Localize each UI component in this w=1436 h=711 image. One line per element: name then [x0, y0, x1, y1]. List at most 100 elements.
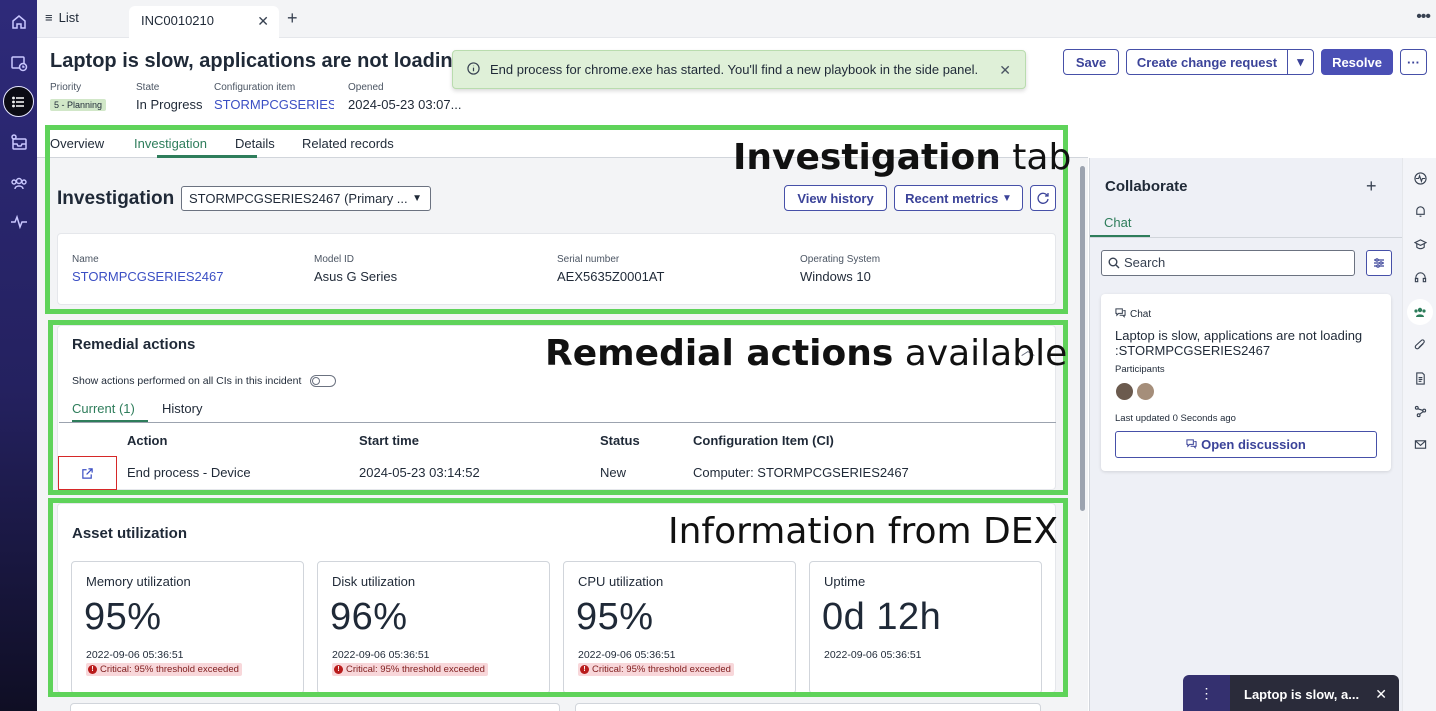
ci-name-link[interactable]: STORMPCGSERIES2467 — [72, 269, 223, 284]
field-label: Opened — [348, 82, 384, 93]
field-priority: Priority 5 - Planning — [50, 82, 122, 112]
mini-chat-window[interactable]: Laptop is slow, a... ✕ — [1230, 675, 1399, 711]
filter-icon[interactable] — [1366, 250, 1392, 276]
metric-value: 95% — [84, 596, 162, 638]
collaborate-panel: Collaborate + Chat Search Chat Laptop is… — [1089, 158, 1403, 711]
search-input[interactable]: Search — [1101, 250, 1355, 276]
close-icon[interactable]: ✕ — [1375, 686, 1387, 703]
scrollbar[interactable] — [1080, 166, 1085, 511]
save-button[interactable]: Save — [1063, 49, 1119, 75]
annotation-rest: available — [893, 333, 1068, 374]
tab-list-label: List — [58, 10, 79, 25]
table-cell-status: New — [600, 465, 627, 480]
next-card — [70, 703, 560, 711]
recent-metrics-button[interactable]: Recent metrics ▼ — [894, 185, 1023, 211]
more-actions-button[interactable]: ··· — [1400, 49, 1427, 75]
next-card — [575, 703, 1041, 711]
resolve-button[interactable]: Resolve — [1321, 49, 1393, 75]
annotation-investigation-label: Investigation tab — [733, 137, 1071, 178]
mail-icon[interactable] — [1413, 437, 1427, 451]
subtab-current[interactable]: Current (1) — [72, 401, 135, 416]
field-state: State In Progress — [136, 82, 202, 112]
col-ci: Configuration Item (CI) — [693, 433, 834, 448]
metric-value: 96% — [330, 596, 408, 638]
bell-icon[interactable] — [1413, 204, 1427, 218]
toggle-knob — [312, 376, 320, 385]
info-label: Operating System — [800, 254, 881, 265]
metric-value: 95% — [576, 596, 654, 638]
chevron-down-icon[interactable]: ▾ — [1287, 49, 1314, 75]
ci-link[interactable]: STORMPCGSERIES2 — [214, 97, 334, 112]
info-value: AEX5635Z0001AT — [557, 269, 665, 284]
tab-list[interactable]: ≡ List — [45, 10, 79, 25]
ci-select[interactable]: STORMPCGSERIES2467 (Primary ... ▼ — [181, 186, 431, 211]
annotation-bold: Investigation — [733, 137, 1001, 178]
more-icon[interactable]: ••• — [1416, 8, 1431, 26]
graduation-cap-icon[interactable] — [1413, 237, 1427, 251]
critical-text: Critical: 95% threshold exceeded — [346, 664, 485, 675]
tab-details[interactable]: Details — [235, 136, 275, 151]
table-cell-action: End process - Device — [127, 465, 251, 480]
activity-icon[interactable] — [3, 206, 34, 237]
asset-title: Asset utilization — [72, 525, 188, 542]
metric-title: Disk utilization — [332, 574, 416, 589]
open-discussion-label: Open discussion — [1201, 437, 1306, 452]
tab-overview[interactable]: Overview — [50, 136, 104, 151]
team-icon[interactable] — [3, 167, 34, 198]
chat-card[interactable]: Chat Laptop is slow, applications are no… — [1101, 294, 1391, 471]
avatar — [1115, 382, 1134, 401]
last-updated: Last updated 0 Seconds ago — [1115, 413, 1236, 424]
metric-value: 0d 12h — [822, 596, 942, 638]
inbox-icon[interactable] — [3, 126, 34, 157]
close-icon[interactable]: ✕ — [999, 62, 1011, 79]
more-vertical-icon[interactable]: ⋮ — [1183, 675, 1230, 711]
headset-icon[interactable] — [1413, 270, 1427, 284]
field-label: Configuration item — [214, 82, 296, 93]
metric-date: 2022-09-06 05:36:51 — [578, 649, 676, 661]
search-placeholder: Search — [1124, 255, 1166, 270]
annotation-dex-label: Information from DEX — [668, 511, 1059, 552]
history-icon[interactable] — [3, 47, 34, 78]
people-icon[interactable] — [1407, 299, 1433, 325]
metric-date: 2022-09-06 05:36:51 — [332, 649, 430, 661]
chat-type: Chat — [1130, 308, 1152, 320]
caret-down-icon: ▼ — [412, 193, 422, 204]
alert-icon: ! — [334, 665, 343, 674]
close-icon[interactable]: ✕ — [257, 13, 269, 30]
tab-investigation[interactable]: Investigation — [134, 136, 207, 151]
plus-icon[interactable]: + — [1366, 176, 1377, 197]
info-label: Name — [72, 254, 99, 265]
share-nodes-icon[interactable] — [1413, 404, 1427, 418]
subtab-history[interactable]: History — [162, 401, 202, 416]
view-history-button[interactable]: View history — [784, 185, 887, 211]
tab-related-records[interactable]: Related records — [302, 136, 394, 151]
info-os: Operating System Windows 10 — [800, 254, 880, 284]
participants-label: Participants — [1115, 364, 1165, 375]
critical-text: Critical: 95% threshold exceeded — [592, 664, 731, 675]
critical-badge: ! Critical: 95% threshold exceeded — [332, 663, 488, 676]
recent-metrics-label: Recent metrics — [905, 190, 999, 206]
list-icon[interactable] — [3, 86, 34, 117]
col-status: Status — [600, 433, 640, 448]
refresh-icon[interactable] — [1030, 185, 1056, 211]
right-icon-rail — [1402, 158, 1436, 711]
document-icon[interactable] — [1413, 371, 1427, 385]
tab-chat[interactable]: Chat — [1104, 215, 1131, 230]
alert-icon: ! — [88, 665, 97, 674]
paperclip-icon[interactable] — [1413, 338, 1427, 352]
pulse-icon[interactable] — [1413, 171, 1427, 185]
alert-icon: ! — [580, 665, 589, 674]
create-change-button[interactable]: Create change request — [1126, 49, 1288, 75]
home-icon[interactable] — [3, 6, 34, 37]
external-link-icon[interactable] — [58, 456, 117, 490]
all-cis-toggle[interactable] — [310, 375, 336, 387]
tab-record-label: INC0010210 — [141, 13, 214, 28]
metric-date: 2022-09-06 05:36:51 — [86, 649, 184, 661]
open-discussion-button[interactable]: Open discussion — [1115, 431, 1377, 458]
tab-record[interactable]: INC0010210 ✕ — [129, 6, 279, 38]
info-label: Serial number — [557, 254, 620, 265]
remedial-title: Remedial actions — [72, 336, 196, 353]
metric-disk: Disk utilization 96% 2022-09-06 05:36:51… — [317, 561, 550, 694]
plus-icon[interactable]: + — [287, 8, 298, 29]
tab-bar: ≡ List INC0010210 ✕ + ••• — [37, 0, 1436, 38]
